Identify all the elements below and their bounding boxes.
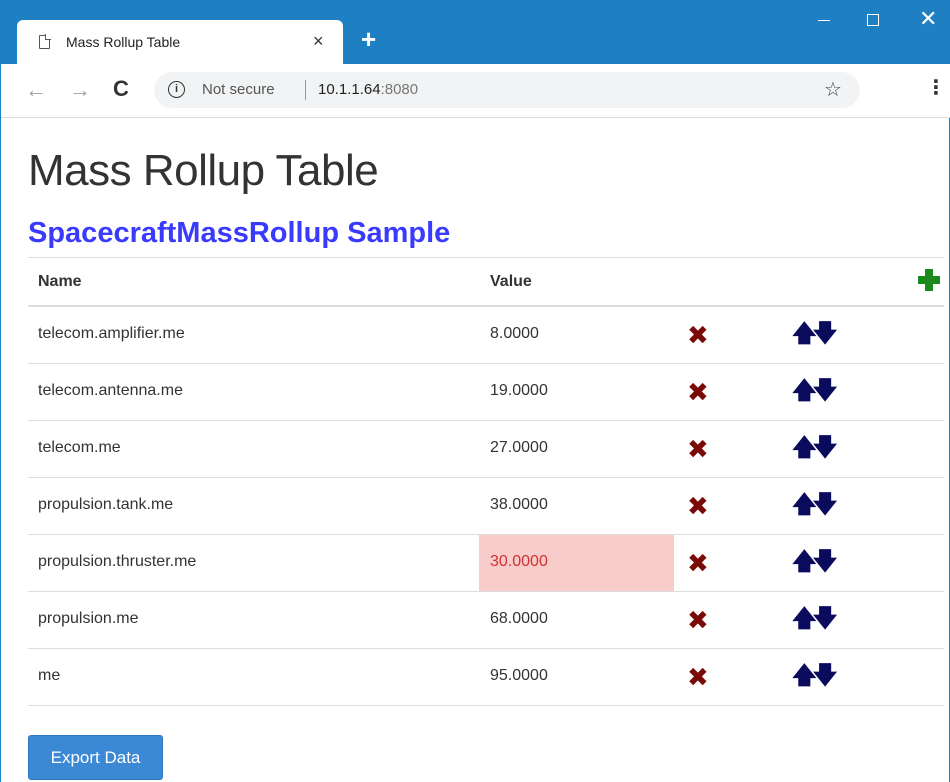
arrow-down-icon[interactable]: 🡇	[813, 435, 838, 461]
reorder-controls: 🡅🡇	[792, 549, 837, 575]
table-header: Name Value	[28, 257, 944, 307]
row-name: telecom.me	[38, 439, 121, 456]
value-cell[interactable]: 8.0000	[479, 307, 674, 363]
browser-toolbar: ← → C i Not secure 10.1.1.64:8080 ☆ ⋮	[1, 64, 950, 118]
url-text: 10.1.1.64:8080	[318, 81, 418, 98]
table-row: propulsion.me 68.0000 ✖ 🡅🡇	[28, 592, 944, 649]
value-cell[interactable]: 38.0000	[479, 478, 674, 534]
url-port: :8080	[380, 81, 419, 98]
mass-rollup-table: Name Value telecom.amplifier.me 8.0000 ✖ 🡅🡇…	[28, 257, 944, 706]
address-bar[interactable]: i Not secure 10.1.1.64:8080 ☆	[154, 72, 860, 108]
value-cell[interactable]: 19.0000	[479, 364, 674, 420]
reorder-controls: 🡅🡇	[792, 663, 837, 689]
table-body: telecom.amplifier.me 8.0000 ✖ 🡅🡇 telecom.ant…	[28, 307, 944, 706]
table-row: telecom.amplifier.me 8.0000 ✖ 🡅🡇	[28, 307, 944, 364]
page-title: Mass Rollup Table	[28, 146, 379, 195]
row-name: me	[38, 667, 61, 684]
address-separator	[305, 80, 306, 100]
reorder-controls: 🡅🡇	[792, 492, 837, 518]
reorder-controls: 🡅🡇	[792, 378, 837, 404]
arrow-down-icon[interactable]: 🡇	[813, 663, 838, 689]
x-icon[interactable]: ✖	[687, 664, 709, 690]
table-row: telecom.antenna.me 19.0000 ✖ 🡅🡇	[28, 364, 944, 421]
forward-arrow-icon[interactable]: →	[69, 78, 91, 102]
arrow-down-icon[interactable]: 🡇	[813, 492, 838, 518]
minimize-icon[interactable]	[809, 8, 839, 34]
row-value: 68.0000	[490, 610, 548, 627]
x-icon[interactable]: ✖	[687, 379, 709, 405]
page-subtitle: SpacecraftMassRollup Sample	[28, 217, 451, 249]
browser-tab[interactable]: Mass Rollup Table ×	[17, 20, 343, 64]
column-header-value: Value	[490, 273, 532, 290]
reorder-controls: 🡅🡇	[792, 435, 837, 461]
row-value: 38.0000	[490, 496, 548, 513]
plus-icon[interactable]	[918, 269, 940, 291]
back-arrow-icon[interactable]: ←	[25, 78, 47, 102]
reorder-controls: 🡅🡇	[792, 321, 837, 347]
row-name: telecom.amplifier.me	[38, 325, 185, 342]
arrow-down-icon[interactable]: 🡇	[813, 378, 838, 404]
row-name: propulsion.tank.me	[38, 496, 174, 513]
title-bar: Mass Rollup Table × + ✕	[1, 0, 950, 70]
table-row: propulsion.thruster.me 30.0000 ✖ 🡅🡇	[28, 535, 944, 592]
row-name: propulsion.me	[38, 610, 139, 627]
bookmark-star-icon[interactable]: ☆	[824, 77, 842, 102]
x-icon[interactable]: ✖	[687, 550, 709, 576]
value-cell[interactable]: 68.0000	[479, 592, 674, 648]
x-icon[interactable]: ✖	[687, 607, 709, 633]
window-close-icon[interactable]: ✕	[919, 6, 937, 32]
row-name: telecom.antenna.me	[38, 382, 183, 399]
browser-menu-icon[interactable]: ⋮	[926, 78, 946, 98]
value-cell[interactable]: 30.0000	[479, 535, 674, 591]
x-icon[interactable]: ✖	[687, 322, 709, 348]
reload-icon[interactable]: C	[113, 77, 129, 101]
column-header-name: Name	[38, 273, 82, 290]
table-row: propulsion.tank.me 38.0000 ✖ 🡅🡇	[28, 478, 944, 535]
row-name: propulsion.thruster.me	[38, 553, 197, 570]
reorder-controls: 🡅🡇	[792, 606, 837, 632]
table-row: telecom.me 27.0000 ✖ 🡅🡇	[28, 421, 944, 478]
row-value: 19.0000	[490, 382, 548, 399]
security-label: Not secure	[202, 81, 275, 98]
document-icon	[39, 34, 51, 49]
row-value: 95.0000	[490, 667, 548, 684]
new-tab-icon[interactable]: +	[361, 26, 376, 52]
table-row: me 95.0000 ✖ 🡅🡇	[28, 649, 944, 706]
x-icon[interactable]: ✖	[687, 493, 709, 519]
export-data-button[interactable]: Export Data	[28, 735, 163, 780]
x-icon[interactable]: ✖	[687, 436, 709, 462]
row-value: 8.0000	[490, 325, 539, 342]
row-value: 27.0000	[490, 439, 548, 456]
browser-window: Mass Rollup Table × + ✕ ← → C i Not secu…	[0, 0, 950, 782]
value-cell[interactable]: 95.0000	[479, 649, 674, 705]
info-icon[interactable]: i	[168, 81, 185, 98]
arrow-down-icon[interactable]: 🡇	[813, 549, 838, 575]
row-value: 30.0000	[490, 553, 548, 570]
arrow-down-icon[interactable]: 🡇	[813, 606, 838, 632]
url-host: 10.1.1.64	[318, 81, 381, 98]
tab-title: Mass Rollup Table	[66, 34, 181, 50]
arrow-down-icon[interactable]: 🡇	[813, 321, 838, 347]
value-cell[interactable]: 27.0000	[479, 421, 674, 477]
maximize-icon[interactable]	[867, 14, 879, 26]
tab-close-icon[interactable]: ×	[313, 30, 324, 52]
